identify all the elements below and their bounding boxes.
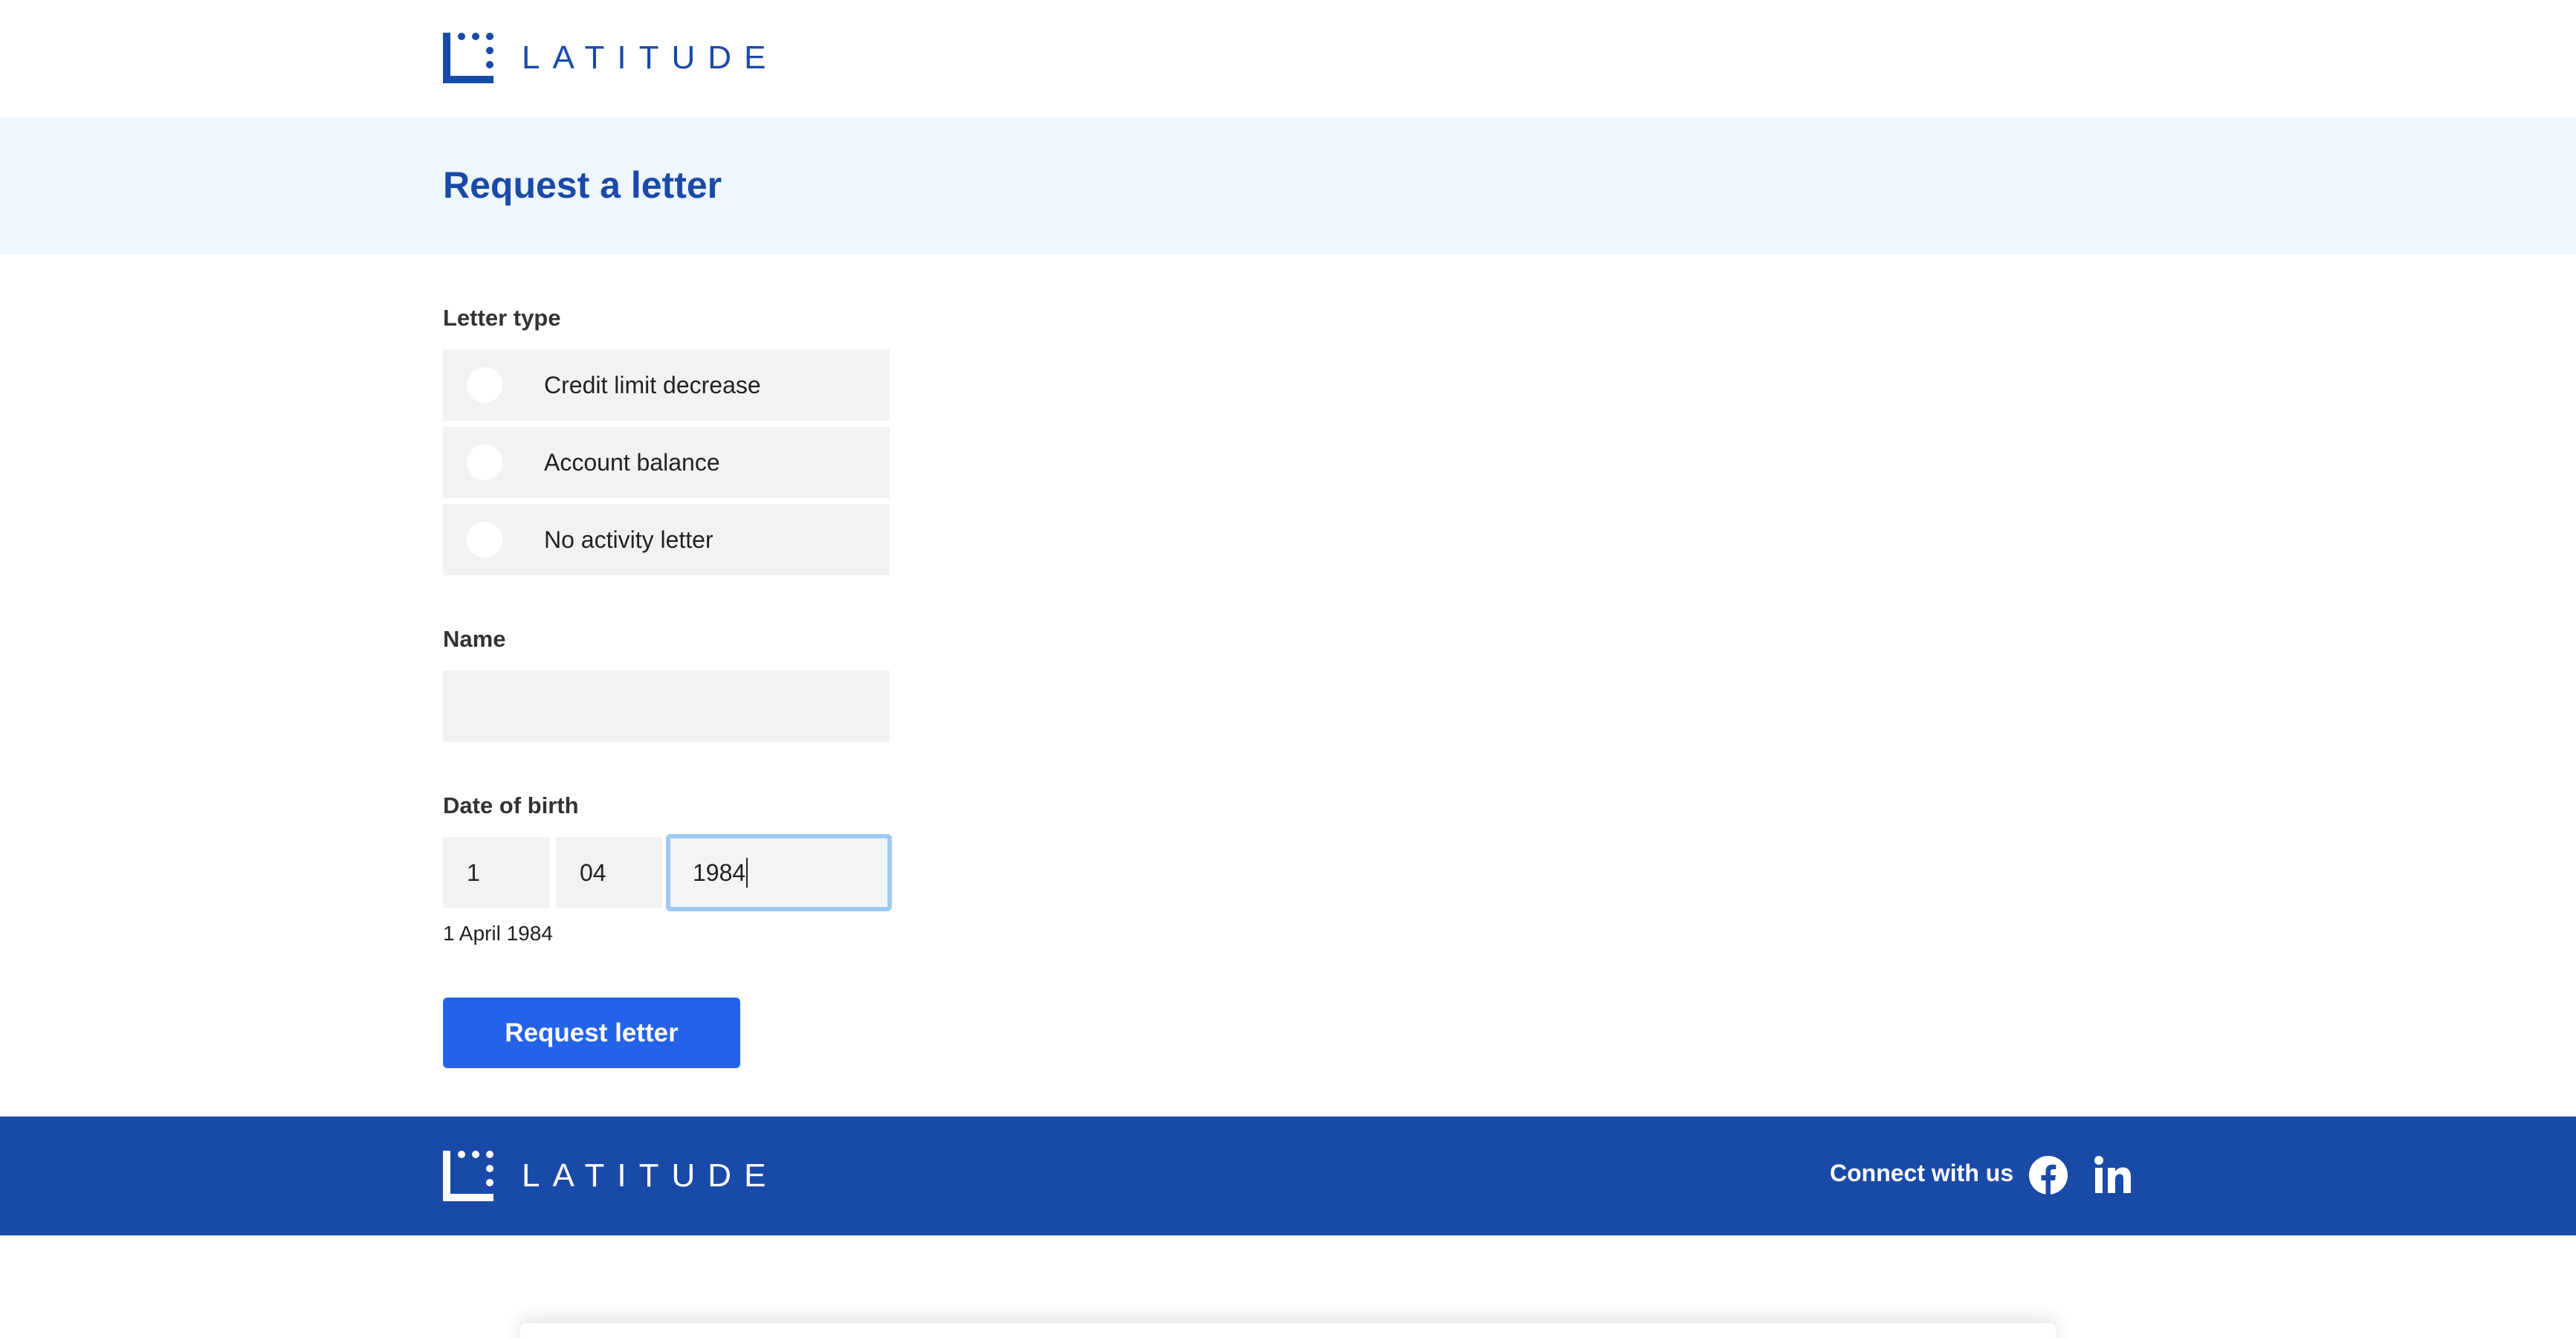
name-label: Name xyxy=(443,626,506,652)
title-banner: Request a letter xyxy=(0,117,2576,254)
logo-wordmark: LATITUDE xyxy=(522,1157,779,1194)
radio-option-label: Account balance xyxy=(544,448,720,476)
header-logo[interactable]: LATITUDE xyxy=(443,33,778,83)
letter-type-label: Letter type xyxy=(443,305,561,331)
site-footer: LATITUDE Connect with us xyxy=(0,1116,2576,1235)
dob-formatted-hint: 1 April 1984 xyxy=(443,922,553,945)
radio-option-label: No activity letter xyxy=(544,526,713,553)
radio-option-account-balance[interactable]: Account balance xyxy=(443,427,890,498)
text-caret xyxy=(746,858,748,888)
request-letter-button[interactable]: Request letter xyxy=(443,998,740,1068)
dob-month-value: 04 xyxy=(580,859,606,886)
dob-month-input[interactable]: 04 xyxy=(556,837,662,908)
radio-circle-icon[interactable] xyxy=(467,445,502,480)
connect-with-us-label: Connect with us xyxy=(1830,1160,2014,1186)
page-title: Request a letter xyxy=(443,164,722,206)
dob-year-input[interactable]: 1984 xyxy=(666,834,892,911)
radio-circle-icon[interactable] xyxy=(467,522,502,558)
footer-logo[interactable]: LATITUDE xyxy=(443,1151,778,1201)
radio-circle-icon[interactable] xyxy=(467,367,502,403)
facebook-icon[interactable] xyxy=(2029,1156,2068,1195)
name-input[interactable] xyxy=(443,670,890,742)
date-of-birth-label: Date of birth xyxy=(443,792,579,818)
dob-day-input[interactable]: 1 xyxy=(443,837,549,908)
logo-wordmark: LATITUDE xyxy=(522,39,779,76)
site-header: LATITUDE xyxy=(0,0,2576,117)
radio-option-credit-limit-decrease[interactable]: Credit limit decrease xyxy=(443,349,890,421)
radio-option-label: Credit limit decrease xyxy=(544,371,761,398)
dob-day-value: 1 xyxy=(467,859,480,886)
latitude-logo-icon xyxy=(443,33,493,83)
content-card-edge xyxy=(520,1323,2056,1338)
linkedin-icon[interactable] xyxy=(2094,1156,2132,1193)
latitude-logo-icon xyxy=(443,1151,493,1201)
dob-year-value: 1984 xyxy=(693,859,746,886)
radio-option-no-activity-letter[interactable]: No activity letter xyxy=(443,504,890,575)
